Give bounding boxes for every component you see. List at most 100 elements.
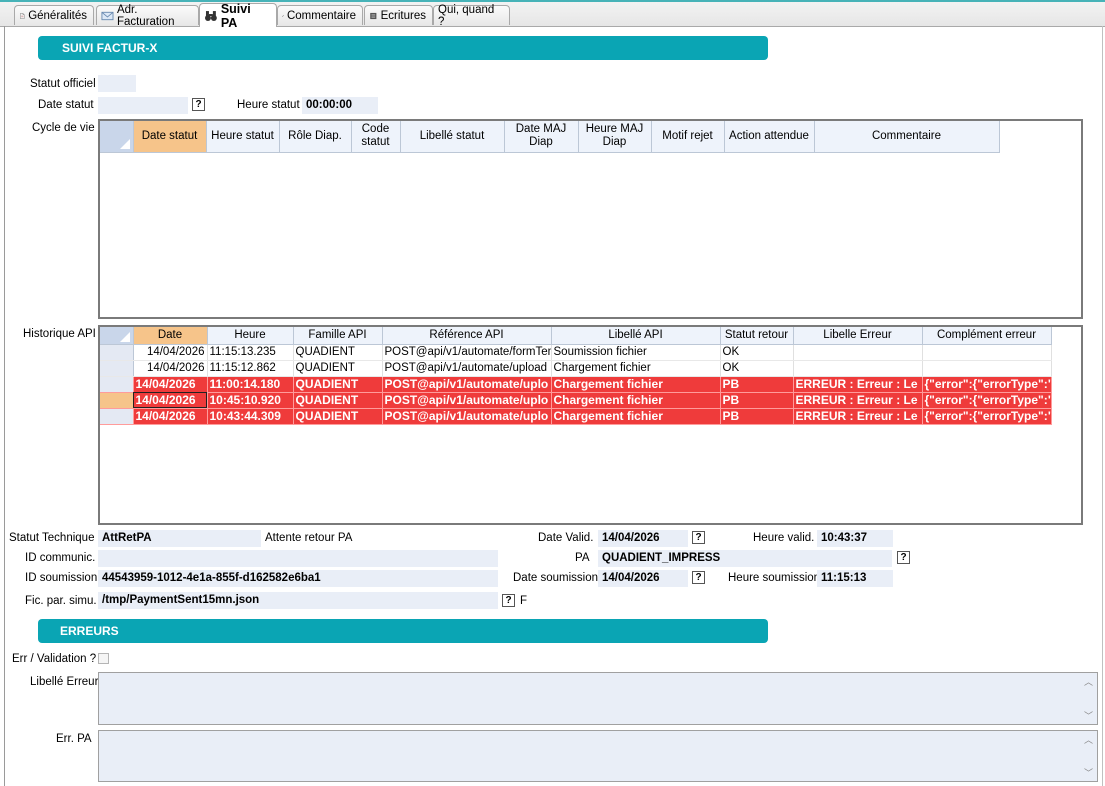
err-pa-scrollbar[interactable]: ︿ ﹀: [1081, 731, 1097, 781]
grid-corner[interactable]: [100, 121, 134, 153]
cell-statut[interactable]: OK: [720, 360, 794, 377]
column-header[interactable]: Statut retour: [720, 327, 794, 345]
tab-ecritures[interactable]: Ecritures: [364, 5, 433, 25]
cell-heure[interactable]: 10:43:44.309: [207, 408, 294, 425]
table-row[interactable]: 14/04/2026 11:15:13.235 QUADIENT POST@ap…: [100, 344, 1052, 361]
historique-api-grid[interactable]: Date Heure Famille API Référence API Lib…: [98, 325, 1083, 525]
column-header[interactable]: Complément erreur: [922, 327, 1052, 345]
heure-soumission-field[interactable]: 11:15:13: [817, 570, 893, 587]
scroll-down-icon[interactable]: ﹀: [1084, 766, 1093, 779]
column-header[interactable]: Heure: [207, 327, 294, 345]
cell-heure[interactable]: 11:15:12.862: [207, 360, 294, 377]
column-header[interactable]: Date MAJ Diap: [504, 121, 579, 153]
cell-complement[interactable]: {"error":{"errorType":": [922, 408, 1052, 425]
id-communic-field[interactable]: [98, 550, 498, 567]
tab-commentaire[interactable]: Commentaire: [277, 5, 363, 25]
cycle-de-vie-grid[interactable]: Date statut Heure statut Rôle Diap. Code…: [98, 119, 1083, 319]
cell-erreur[interactable]: ERREUR : Erreur : Le: [793, 408, 923, 425]
column-header[interactable]: Rôle Diap.: [279, 121, 352, 153]
row-header[interactable]: [100, 408, 134, 425]
statut-officiel-field[interactable]: [98, 75, 136, 92]
cell-complement[interactable]: [922, 344, 1052, 361]
cell-statut[interactable]: PB: [720, 408, 794, 425]
scroll-up-icon[interactable]: ︿: [1084, 733, 1093, 746]
fic-simu-field[interactable]: /tmp/PaymentSent15mn.json: [98, 592, 498, 609]
libelle-erreur-textarea[interactable]: ︿ ﹀: [98, 672, 1098, 725]
column-header[interactable]: Référence API: [382, 327, 552, 345]
cell-libelle[interactable]: Soumission fichier: [551, 344, 721, 361]
column-header[interactable]: Date statut: [133, 121, 207, 153]
table-row-error[interactable]: 14/04/2026 10:43:44.309 QUADIENT POST@ap…: [100, 408, 1052, 425]
scroll-down-icon[interactable]: ﹀: [1084, 709, 1093, 722]
column-header[interactable]: Code statut: [351, 121, 401, 153]
table-row-error[interactable]: 14/04/2026 11:00:14.180 QUADIENT POST@ap…: [100, 376, 1052, 393]
column-header[interactable]: Libelle Erreur: [793, 327, 923, 345]
cell-libelle[interactable]: Chargement fichier: [551, 360, 721, 377]
tab-qui-quand[interactable]: Qui, quand ?: [433, 4, 510, 28]
row-header[interactable]: [100, 344, 134, 361]
statut-technique-field[interactable]: AttRetPA: [98, 530, 261, 547]
column-header[interactable]: Commentaire: [814, 121, 1000, 153]
date-valid-help-button[interactable]: ?: [692, 531, 705, 544]
column-header[interactable]: Heure statut: [206, 121, 280, 153]
pa-help-button[interactable]: ?: [897, 551, 910, 564]
cell-erreur[interactable]: ERREUR : Erreur : Le: [793, 376, 923, 393]
fic-simu-help-button[interactable]: ?: [502, 594, 515, 607]
cell-statut[interactable]: OK: [720, 344, 794, 361]
scroll-up-icon[interactable]: ︿: [1084, 675, 1093, 688]
date-valid-field[interactable]: 14/04/2026: [598, 530, 688, 547]
column-header[interactable]: Libellé statut: [400, 121, 505, 153]
cell-date[interactable]: 14/04/2026: [133, 408, 208, 425]
column-header[interactable]: Heure MAJ Diap: [578, 121, 652, 153]
cell-reference[interactable]: POST@api/v1/automate/upload: [382, 360, 552, 377]
date-statut-field[interactable]: [98, 97, 188, 114]
column-header[interactable]: Date: [133, 327, 208, 345]
heure-statut-field[interactable]: 00:00:00: [302, 97, 378, 114]
err-pa-textarea[interactable]: ︿ ﹀: [98, 730, 1098, 782]
id-soumission-field[interactable]: 44543959-1012-4e1a-855f-d162582e6ba1: [98, 570, 498, 587]
cell-statut[interactable]: PB: [720, 376, 794, 393]
tab-generalites[interactable]: Généralités: [14, 5, 94, 25]
date-soumission-field[interactable]: 14/04/2026: [598, 570, 688, 587]
cell-libelle[interactable]: Chargement fichier: [551, 376, 721, 393]
table-row[interactable]: 14/04/2026 11:15:12.862 QUADIENT POST@ap…: [100, 360, 1052, 377]
cell-reference[interactable]: POST@api/v1/automate/uplo: [382, 408, 552, 425]
cell-famille[interactable]: QUADIENT: [293, 408, 383, 425]
cell-libelle[interactable]: Chargement fichier: [551, 392, 721, 409]
cell-libelle[interactable]: Chargement fichier: [551, 408, 721, 425]
heure-valid-field[interactable]: 10:43:37: [817, 530, 893, 547]
tab-adr-facturation[interactable]: Adr. Facturation: [96, 4, 199, 28]
grid-corner[interactable]: [100, 327, 134, 345]
cell-reference[interactable]: POST@api/v1/automate/uplo: [382, 392, 552, 409]
row-header[interactable]: [100, 376, 134, 393]
cell-complement[interactable]: {"error":{"errorType":": [922, 376, 1052, 393]
column-header[interactable]: Famille API: [293, 327, 383, 345]
cell-famille[interactable]: QUADIENT: [293, 344, 383, 361]
cell-heure[interactable]: 11:00:14.180: [207, 376, 294, 393]
cell-date[interactable]: 14/04/2026: [133, 360, 208, 377]
err-validation-checkbox[interactable]: [98, 653, 109, 664]
cell-famille[interactable]: QUADIENT: [293, 376, 383, 393]
cell-famille[interactable]: QUADIENT: [293, 360, 383, 377]
libelle-erreur-scrollbar[interactable]: ︿ ﹀: [1081, 673, 1097, 724]
cell-erreur[interactable]: ERREUR : Erreur : Le: [793, 392, 923, 409]
column-header[interactable]: Motif rejet: [651, 121, 725, 153]
cell-heure[interactable]: 10:45:10.920: [207, 392, 294, 409]
cell-famille[interactable]: QUADIENT: [293, 392, 383, 409]
cell-heure[interactable]: 11:15:13.235: [207, 344, 294, 361]
tab-suivi-pa[interactable]: Suivi PA: [199, 2, 277, 30]
row-header[interactable]: [100, 392, 134, 409]
date-soumission-help-button[interactable]: ?: [692, 571, 705, 584]
cell-erreur[interactable]: [793, 360, 923, 377]
cell-erreur[interactable]: [793, 344, 923, 361]
cell-reference[interactable]: POST@api/v1/automate/formTem: [382, 344, 552, 361]
cell-statut[interactable]: PB: [720, 392, 794, 409]
date-statut-help-button[interactable]: ?: [192, 98, 205, 111]
row-header[interactable]: [100, 360, 134, 377]
column-header[interactable]: Libellé API: [551, 327, 721, 345]
cell-date[interactable]: 14/04/2026: [133, 344, 208, 361]
cell-date[interactable]: 14/04/2026: [133, 392, 208, 409]
pa-field[interactable]: QUADIENT_IMPRESS: [598, 550, 892, 567]
cell-complement[interactable]: [922, 360, 1052, 377]
cell-date[interactable]: 14/04/2026: [133, 376, 208, 393]
